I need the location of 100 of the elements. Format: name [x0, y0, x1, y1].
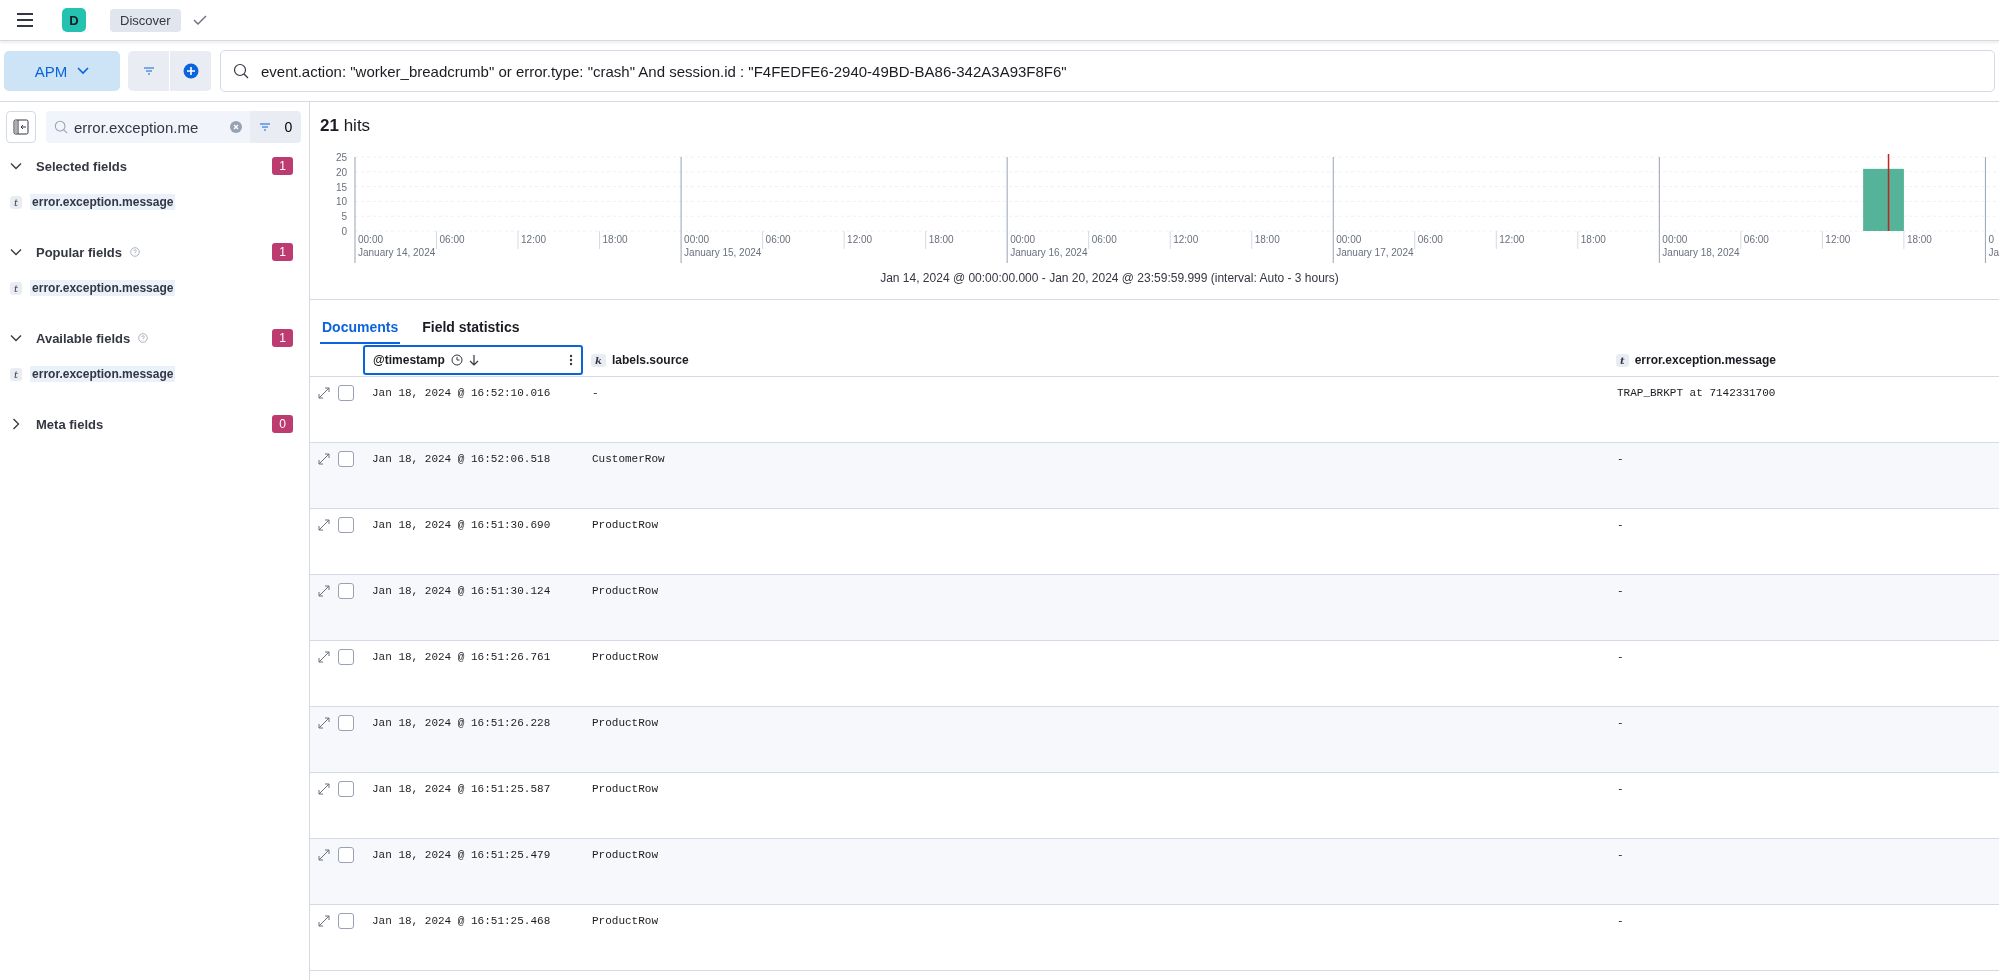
table-cell-text: Jan 18, 2024 @ 16:51:26.228 — [371, 716, 552, 731]
sort-down-icon — [468, 354, 479, 366]
y-tick-label: 25 — [335, 152, 347, 163]
x-tick-label: 18:00 — [1906, 234, 1932, 245]
x-tick-label: 0 — [1988, 234, 1994, 245]
field-name[interactable]: error.exception.message — [30, 280, 176, 296]
table-cell-text: Jan 18, 2024 @ 16:51:30.124 — [371, 584, 552, 599]
tab[interactable]: Documents — [320, 312, 401, 344]
table-cell-text: Jan 18, 2024 @ 16:51:25.468 — [371, 914, 552, 929]
count-badge: 1 — [272, 329, 293, 347]
expand-icon[interactable] — [318, 783, 330, 795]
table-cell-text: - — [1616, 914, 1625, 929]
check-icon — [192, 15, 207, 25]
x-tick-label: 06:00 — [1743, 234, 1769, 245]
breadcrumb[interactable]: Discover — [110, 8, 181, 32]
section-title[interactable]: Popular fields — [36, 244, 122, 260]
tab[interactable]: Field statistics — [420, 312, 522, 344]
x-tick-label: 00:00 — [358, 234, 384, 245]
x-tick-label: 18:00 — [602, 234, 628, 245]
menu-icon[interactable] — [16, 13, 34, 27]
table-cell-text: Jan 18, 2024 @ 16:51:25.479 — [371, 848, 552, 863]
help-icon — [129, 247, 140, 257]
x-tick-label: 12:00 — [521, 234, 547, 245]
table-cell-text: Jan 18, 2024 @ 16:51:25.587 — [371, 782, 552, 797]
count-badge: 0 — [272, 415, 293, 433]
row-checkbox[interactable] — [338, 583, 354, 599]
x-tick-label: 06:00 — [1417, 234, 1443, 245]
field-type-token: t — [10, 367, 23, 381]
table-cell-text: - — [1616, 452, 1625, 467]
clear-icon[interactable] — [230, 121, 242, 133]
row-checkbox[interactable] — [338, 715, 354, 731]
collapse-sidebar-button[interactable] — [6, 111, 36, 143]
table-cell-text: ProductRow — [591, 848, 659, 863]
date-label: Ja — [1988, 247, 1999, 258]
table-cell-text: ProductRow — [591, 650, 659, 665]
x-tick-label: 18:00 — [1254, 234, 1280, 245]
help-icon — [138, 333, 149, 343]
row-checkbox[interactable] — [338, 913, 354, 929]
space-avatar[interactable]: D — [62, 8, 86, 32]
table-cell-text: - — [1616, 848, 1625, 863]
table-cell-text: - — [1616, 518, 1625, 533]
x-tick-label: 00:00 — [1336, 234, 1362, 245]
x-tick-label: 12:00 — [1173, 234, 1199, 245]
table-cell-text: ProductRow — [591, 518, 659, 533]
row-checkbox[interactable] — [338, 451, 354, 467]
y-tick-label: 15 — [335, 181, 347, 193]
clock-icon — [450, 354, 463, 366]
column-header[interactable]: t error.exception.message — [1608, 345, 1999, 375]
row-checkbox[interactable] — [338, 847, 354, 863]
field-name[interactable]: error.exception.message — [30, 194, 176, 210]
date-label: January 14, 2024 — [358, 247, 436, 258]
table-cell-text: TRAP_BRKPT at 7142331700 — [1616, 386, 1777, 401]
date-label: January 16, 2024 — [1010, 247, 1088, 258]
expand-icon[interactable] — [318, 453, 330, 465]
table-cell-text: CustomerRow — [591, 452, 666, 467]
expand-icon[interactable] — [318, 585, 330, 597]
y-tick-label: 10 — [335, 196, 347, 208]
histogram-bar[interactable] — [1863, 168, 1904, 231]
expand-icon[interactable] — [318, 849, 330, 861]
query-field[interactable]: event.action: "worker_breadcrumb" or error.type: "crash" And session.id : "F4FEDFE6-2940-49BD-BA86-342A3A93F8F6" — [220, 50, 1995, 92]
x-tick-label: 00:00 — [1662, 234, 1688, 245]
section-title[interactable]: Selected fields — [36, 158, 128, 174]
field-type-token: t — [10, 195, 23, 209]
table-cell-text: - — [1616, 716, 1625, 731]
field-search[interactable]: error.exception.me — [46, 111, 250, 143]
more-icon[interactable] — [569, 354, 573, 366]
table-cell-text: Jan 18, 2024 @ 16:51:30.690 — [371, 518, 552, 533]
date-label: January 18, 2024 — [1662, 247, 1740, 258]
sidebar-collapse-icon — [13, 119, 29, 135]
filter-icon — [142, 66, 155, 76]
table-cell-text: - — [1616, 782, 1625, 797]
field-filter-button[interactable]: 0 — [250, 111, 301, 143]
chevron-icon[interactable] — [10, 246, 22, 258]
expand-icon[interactable] — [318, 387, 330, 399]
data-view-button[interactable]: APM — [4, 51, 120, 91]
expand-icon[interactable] — [318, 915, 330, 927]
expand-icon[interactable] — [318, 519, 330, 531]
time-range: Jan 14, 2024 @ 00:00:00.000 - Jan 20, 2024 @ 23:59:59.999 (interval: Auto - 3 hours) — [310, 271, 1999, 300]
table-cell-text: - — [591, 386, 600, 401]
row-checkbox[interactable] — [338, 517, 354, 533]
row-checkbox[interactable] — [338, 385, 354, 401]
chevron-icon[interactable] — [10, 418, 22, 430]
x-tick-label: 18:00 — [928, 234, 954, 245]
chevron-icon[interactable] — [10, 160, 22, 172]
section-title[interactable]: Available fields — [36, 330, 131, 346]
chevron-down-icon — [77, 67, 90, 75]
row-checkbox[interactable] — [338, 781, 354, 797]
column-header[interactable]: @timestamp — [363, 345, 583, 375]
expand-icon[interactable] — [318, 651, 330, 663]
y-tick-label: 5 — [341, 211, 347, 223]
expand-icon[interactable] — [318, 717, 330, 729]
date-label: January 17, 2024 — [1336, 247, 1414, 258]
table-cell-text: ProductRow — [591, 914, 659, 929]
row-checkbox[interactable] — [338, 649, 354, 665]
table-cell-text: - — [1616, 584, 1625, 599]
section-title[interactable]: Meta fields — [36, 416, 104, 432]
count-badge: 1 — [272, 243, 293, 261]
column-header[interactable]: k labels.source — [583, 345, 1608, 375]
chevron-icon[interactable] — [10, 332, 22, 344]
field-name[interactable]: error.exception.message — [30, 366, 176, 382]
